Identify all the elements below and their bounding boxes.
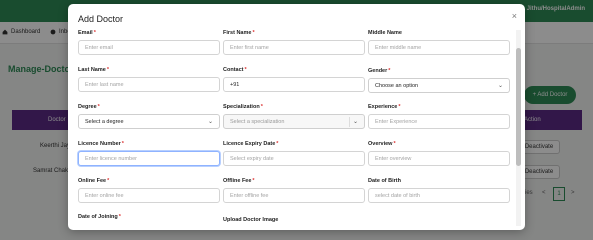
contact-field[interactable] (223, 77, 365, 92)
experience-label: Experience* (368, 104, 401, 110)
modal-scrollbar[interactable] (516, 30, 521, 226)
add-doctor-modal: Add Doctor × Email* First Name* Middle N… (68, 4, 525, 230)
experience-field[interactable] (368, 114, 510, 129)
overview-field[interactable] (368, 151, 510, 166)
specialization-select[interactable]: Select a specialization ⌄ (223, 114, 365, 129)
first-name-field[interactable] (223, 40, 365, 55)
offline-fee-field[interactable] (223, 188, 365, 203)
licence-number-field[interactable] (78, 151, 220, 166)
joining-label: Date of Joining* (78, 214, 121, 220)
overview-label: Overview* (368, 141, 396, 147)
upload-image-label: Upload Doctor Image (223, 217, 279, 223)
degree-select[interactable]: Select a degree ⌄ (78, 114, 220, 129)
degree-label: Degree* (78, 104, 100, 110)
middle-name-label: Middle Name (368, 30, 402, 36)
email-label: Email* (78, 30, 96, 36)
gender-select[interactable]: Choose an option ⌄ (368, 78, 510, 93)
offline-fee-label: Offline Fee* (223, 178, 255, 184)
gender-selected: Choose an option (375, 82, 419, 89)
close-icon[interactable]: × (512, 11, 517, 21)
chevron-down-icon: ⌄ (207, 119, 213, 125)
middle-name-field[interactable] (368, 40, 510, 55)
last-name-field[interactable] (78, 77, 220, 92)
online-fee-label: Online Fee* (78, 178, 110, 184)
scrollbar-thumb[interactable] (516, 48, 521, 166)
chevron-down-icon: ⌄ (352, 119, 358, 125)
modal-title: Add Doctor (78, 14, 124, 24)
licence-expiry-label: Licence Expiry Date* (223, 141, 279, 147)
online-fee-field[interactable] (78, 188, 220, 203)
email-field[interactable] (78, 40, 220, 55)
last-name-label: Last Name* (78, 67, 109, 73)
dob-label: Date of Birth (368, 178, 401, 184)
licence-number-label: Licence Number* (78, 141, 124, 147)
first-name-label: First Name* (223, 30, 255, 36)
degree-selected: Select a degree (85, 118, 124, 125)
specialization-label: Specialization* (223, 104, 263, 110)
licence-expiry-field[interactable] (223, 151, 365, 166)
chevron-down-icon: ⌄ (497, 83, 503, 89)
specialization-selected: Select a specialization (230, 118, 285, 125)
contact-label: Contact* (223, 67, 247, 73)
dob-field[interactable] (368, 188, 510, 203)
gender-label: Gender* (368, 68, 391, 74)
select-divider (349, 117, 350, 127)
